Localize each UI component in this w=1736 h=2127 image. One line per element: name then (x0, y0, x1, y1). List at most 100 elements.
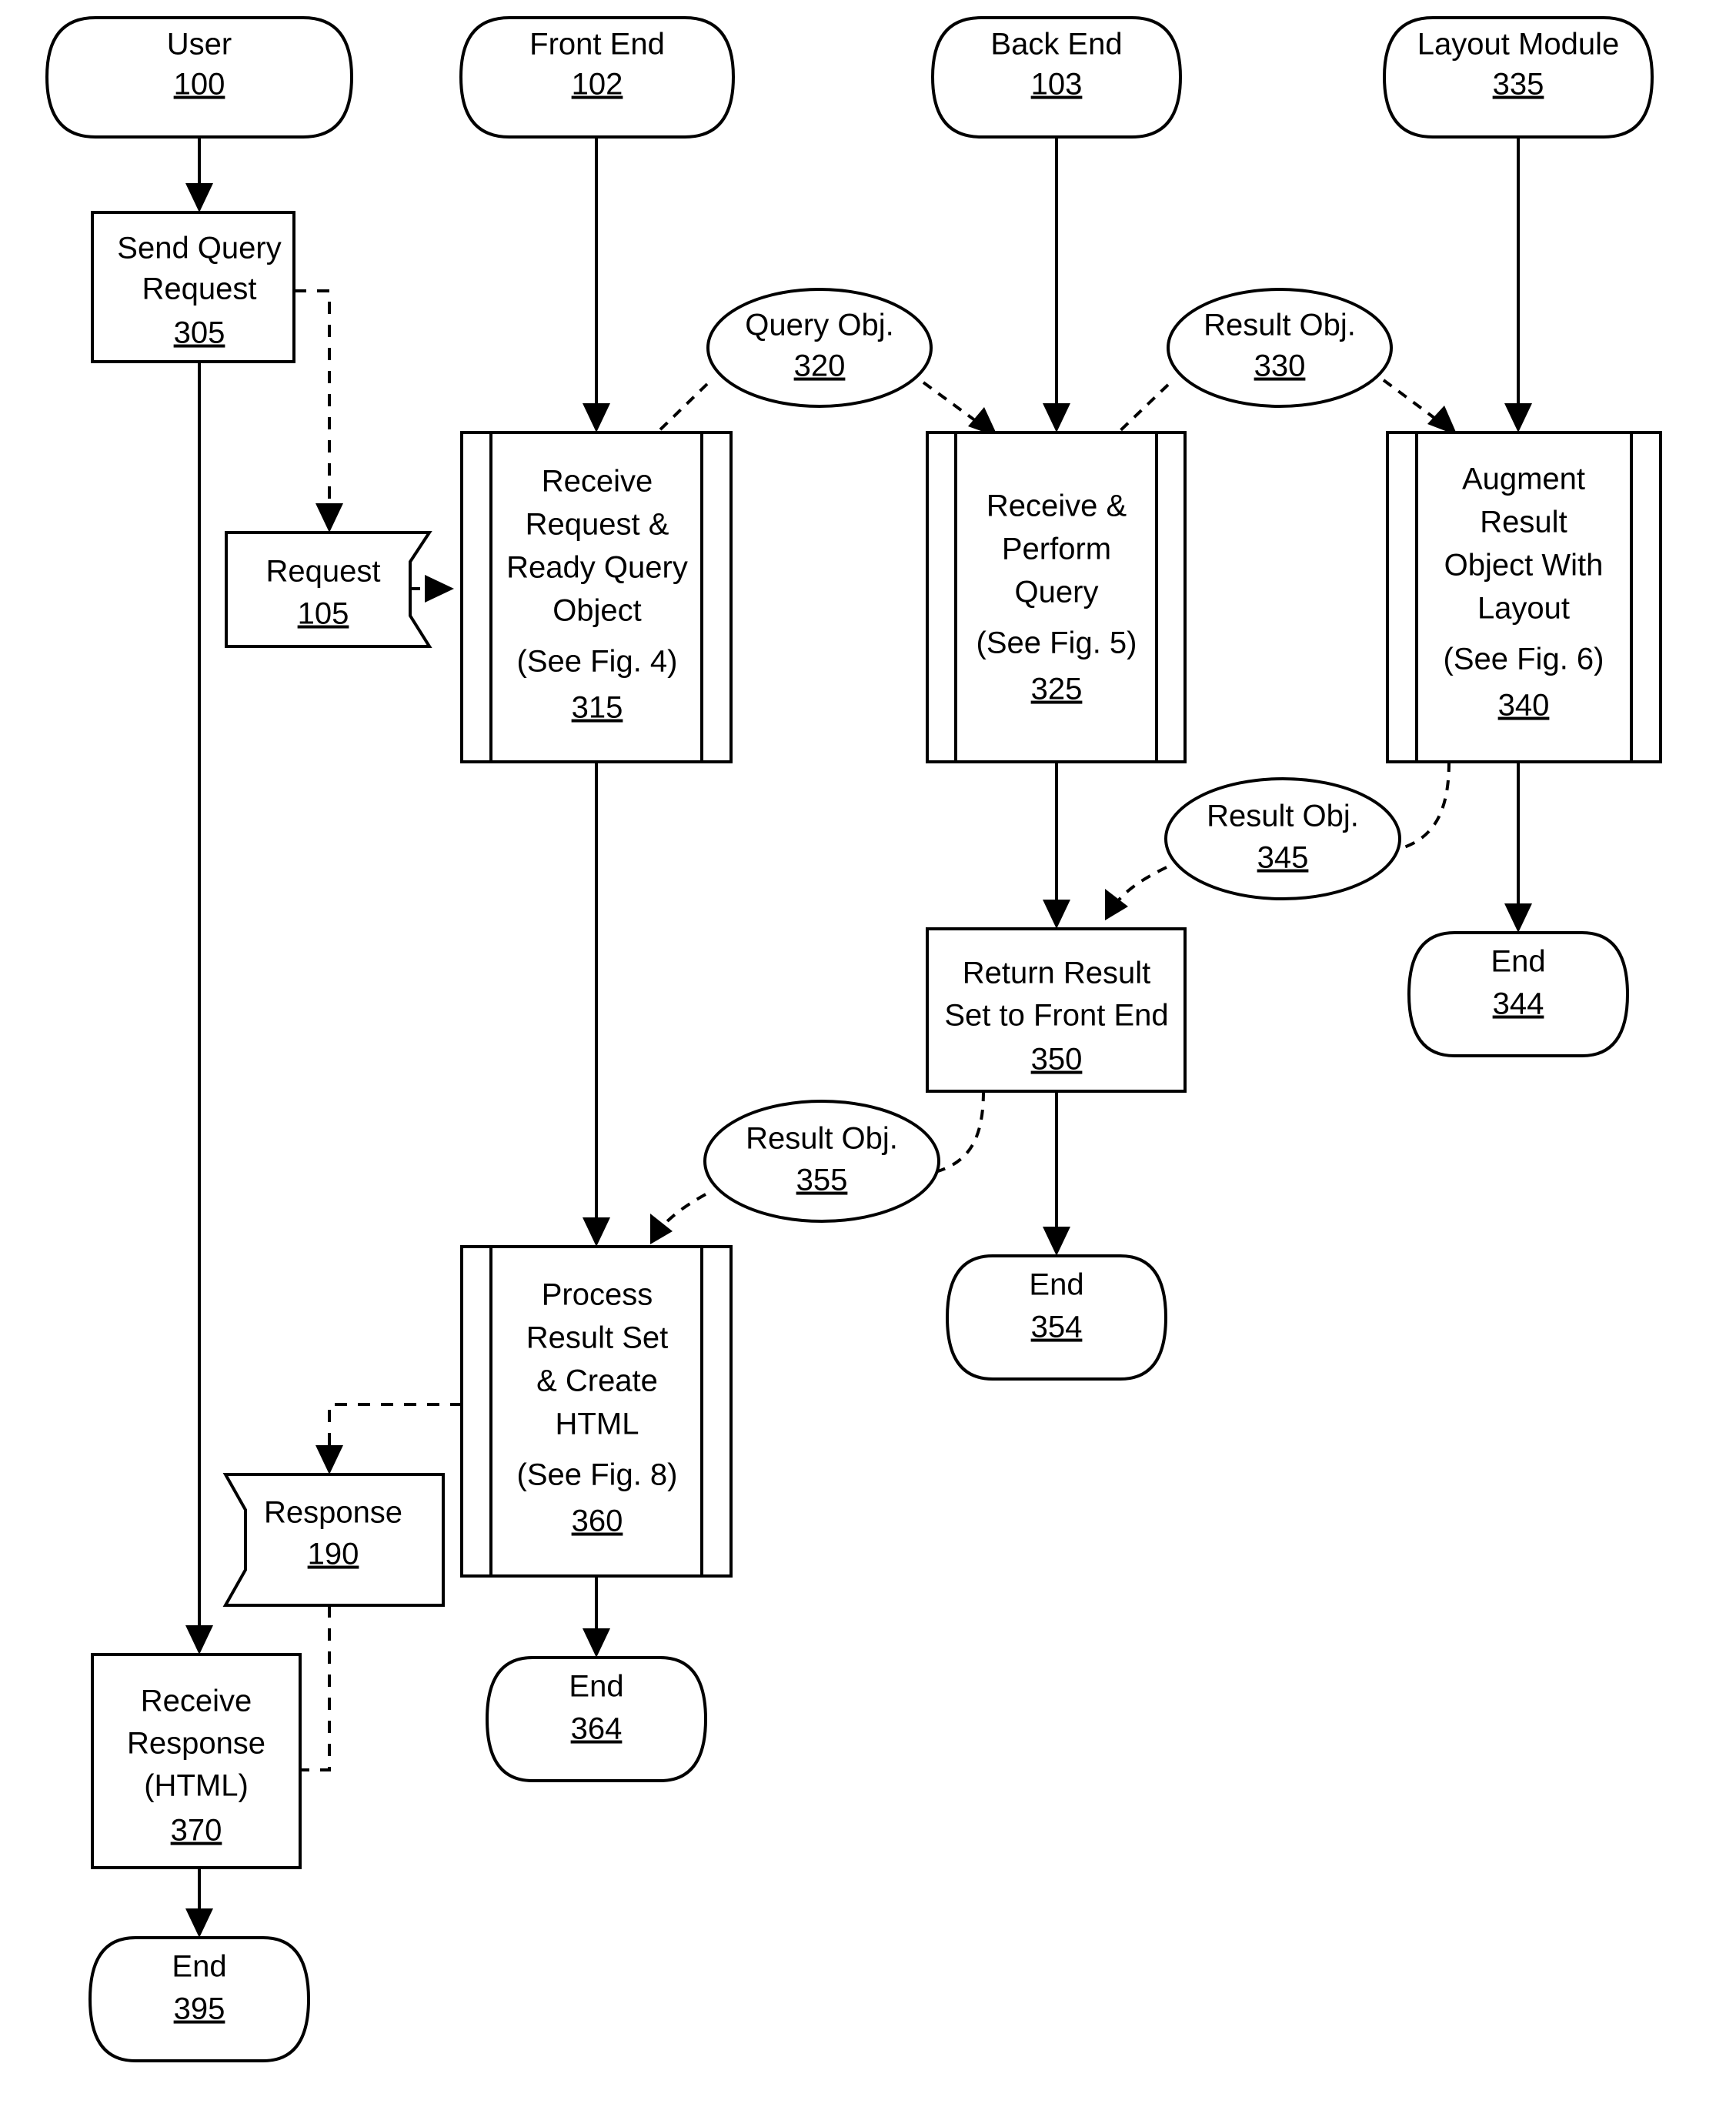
connector-send-query-to-request-doc (294, 289, 343, 533)
node-result-obj-345-number: 345 (1257, 841, 1309, 875)
connector-query-obj-to-perform-query (922, 381, 998, 437)
connector-receive-request-to-query-obj (652, 382, 709, 438)
node-process-result-line-1: Process (542, 1278, 653, 1312)
node-end-354-number: 354 (1031, 1311, 1083, 1344)
node-end-364[interactable]: End 364 (485, 1656, 708, 1782)
node-receive-response-line-1: Receive (141, 1685, 252, 1718)
node-request-doc-label: Request (266, 555, 381, 589)
node-response-doc-label: Response (264, 1496, 402, 1530)
connector-result-obj-330-to-augment (1382, 379, 1457, 436)
node-return-result-line-2: Set to Front End (944, 999, 1168, 1033)
node-front-end-number: 102 (572, 68, 623, 102)
node-result-obj-355-label: Result Obj. (746, 1122, 898, 1156)
node-receive-perform-query-number: 325 (1031, 673, 1083, 706)
node-process-result-line-4: HTML (556, 1407, 639, 1441)
node-send-query-request-line-2: Request (142, 272, 257, 306)
node-result-obj-330[interactable]: Result Obj. 330 (1167, 288, 1393, 408)
node-end-395-label: End (172, 1950, 226, 1984)
node-end-364-label: End (569, 1670, 623, 1704)
node-end-344-label: End (1491, 945, 1545, 979)
connector-receive-response-to-end-395 (185, 1868, 213, 1938)
node-layout-module-number: 335 (1493, 68, 1544, 102)
node-query-obj-320[interactable]: Query Obj. 320 (706, 288, 933, 408)
node-receive-request-line-1: Receive (542, 465, 653, 499)
node-end-395[interactable]: End 395 (88, 1936, 311, 2062)
connector-result-obj-345-to-return-result (1105, 866, 1167, 920)
node-user-label: User (167, 28, 232, 62)
node-send-query-request-line-1: Send Query (117, 232, 281, 265)
node-return-result-set[interactable]: Return Result Set to Front End 350 (926, 927, 1187, 1093)
node-query-obj-320-label: Query Obj. (745, 309, 893, 342)
node-end-364-number: 364 (571, 1712, 623, 1746)
node-end-354[interactable]: End 354 (945, 1254, 1168, 1381)
node-receive-response-number: 370 (171, 1814, 222, 1848)
node-augment-line-5: (See Fig. 6) (1444, 643, 1604, 676)
node-result-obj-330-number: 330 (1254, 349, 1306, 383)
connector-layout-to-augment (1504, 137, 1532, 432)
node-layout-module[interactable]: Layout Module 335 (1382, 16, 1654, 139)
connector-user-to-send-query (185, 137, 213, 212)
connector-result-obj-355-to-process-result (650, 1193, 706, 1244)
connector-frontend-to-receive-request (583, 137, 610, 432)
connector-perform-query-to-return-result (1043, 762, 1070, 929)
node-augment-number: 340 (1498, 689, 1550, 723)
connector-process-result-to-end-364 (583, 1576, 610, 1658)
node-result-obj-345-label: Result Obj. (1207, 800, 1359, 833)
node-receive-perform-query-line-3: Query (1015, 576, 1099, 609)
node-receive-request-number: 315 (572, 691, 623, 725)
node-back-end-label: Back End (990, 28, 1122, 62)
node-response-doc-number: 190 (308, 1538, 359, 1571)
node-augment-result-object[interactable]: Augment Result Object With Layout (See F… (1386, 431, 1662, 763)
connector-augment-to-result-obj-345 (1394, 761, 1451, 852)
node-receive-perform-query[interactable]: Receive & Perform Query (See Fig. 5) 325 (926, 431, 1187, 763)
connector-process-result-to-response-doc (315, 1403, 462, 1474)
node-receive-response-line-2: Response (127, 1727, 265, 1761)
node-end-354-label: End (1029, 1268, 1083, 1302)
node-receive-perform-query-line-2: Perform (1002, 533, 1111, 566)
node-layout-module-label: Layout Module (1417, 28, 1619, 62)
node-response-doc[interactable]: Response 190 (222, 1473, 445, 1607)
node-receive-request-line-3: Ready Query (506, 551, 688, 585)
connector-receive-request-to-process-result (583, 762, 610, 1247)
node-return-result-number: 350 (1031, 1043, 1083, 1077)
node-user[interactable]: User 100 (45, 16, 354, 139)
node-process-result-line-5: (See Fig. 8) (517, 1458, 678, 1492)
node-process-result-line-2: Result Set (526, 1321, 669, 1355)
node-receive-response[interactable]: Receive Response (HTML) 370 (91, 1653, 302, 1869)
node-augment-line-2: Result (1480, 506, 1567, 539)
connector-backend-to-perform-query (1043, 137, 1070, 432)
node-process-result-set[interactable]: Process Result Set & Create HTML (See Fi… (460, 1245, 733, 1578)
connector-return-result-to-end-354 (1043, 1091, 1070, 1256)
node-receive-request-ready-query[interactable]: Receive Request & Ready Query Object (Se… (460, 431, 733, 763)
node-receive-request-line-5: (See Fig. 4) (517, 645, 678, 679)
node-augment-line-1: Augment (1462, 462, 1585, 496)
node-request-doc-number: 105 (298, 597, 349, 631)
node-back-end[interactable]: Back End 103 (930, 16, 1183, 139)
node-back-end-number: 103 (1031, 68, 1083, 102)
connector-augment-to-end-344 (1504, 762, 1532, 933)
node-receive-perform-query-line-1: Receive & (987, 489, 1127, 523)
node-receive-perform-query-line-4: (See Fig. 5) (976, 626, 1137, 660)
node-return-result-line-1: Return Result (963, 957, 1151, 990)
connector-request-doc-to-receive-request (410, 575, 454, 603)
node-result-obj-330-label: Result Obj. (1204, 309, 1356, 342)
node-send-query-request[interactable]: Send Query Request 305 (91, 211, 295, 363)
node-augment-line-4: Layout (1477, 592, 1570, 626)
node-receive-request-line-2: Request & (526, 508, 669, 542)
node-result-obj-345[interactable]: Result Obj. 345 (1164, 777, 1401, 900)
node-receive-request-line-4: Object (553, 594, 642, 628)
node-end-344[interactable]: End 344 (1407, 931, 1630, 1057)
node-process-result-number: 360 (572, 1504, 623, 1538)
node-send-query-request-number: 305 (174, 316, 225, 350)
node-request-doc[interactable]: Request 105 (225, 531, 432, 648)
node-end-395-number: 395 (174, 1992, 225, 2026)
node-user-number: 100 (174, 68, 225, 102)
figure-root: User 100 Front End 102 Back End 103 Layo… (0, 0, 1736, 2127)
node-end-344-number: 344 (1493, 987, 1544, 1021)
node-receive-response-line-3: (HTML) (144, 1769, 249, 1803)
node-front-end[interactable]: Front End 102 (459, 16, 736, 139)
node-process-result-line-3: & Create (536, 1364, 658, 1398)
node-result-obj-355-number: 355 (796, 1164, 848, 1197)
node-result-obj-355[interactable]: Result Obj. 355 (703, 1100, 940, 1223)
connector-send-query-to-receive-response (185, 362, 213, 1655)
